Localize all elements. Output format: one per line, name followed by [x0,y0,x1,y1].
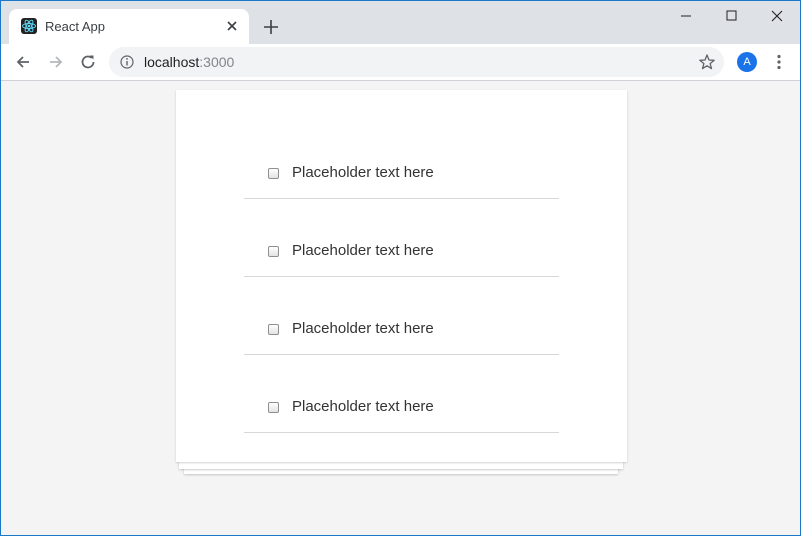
arrow-left-icon[interactable] [13,52,33,72]
todo-card: Placeholder text here Placeholder text h… [176,90,627,462]
url-port: :3000 [199,54,235,70]
tab-strip: React App [1,1,800,44]
minimize-icon[interactable] [671,5,701,27]
url-host: localhost [144,54,200,70]
info-icon[interactable] [120,55,134,69]
todo-checkbox[interactable] [268,324,279,335]
todo-item: Placeholder text here [244,276,559,355]
tab-title: React App [45,19,105,34]
arrow-right-icon[interactable] [46,52,66,72]
todo-item: Placeholder text here [244,198,559,277]
card-stack-shadow [179,461,623,469]
reload-icon[interactable] [78,52,98,72]
todo-item: Placeholder text here [244,354,559,433]
todo-checkbox[interactable] [268,246,279,257]
star-icon[interactable] [698,53,716,71]
todo-label: Placeholder text here [292,164,434,181]
url-text[interactable]: localhost:3000 [144,54,234,70]
tab-react-app[interactable]: React App [9,9,249,44]
todo-label: Placeholder text here [292,320,434,337]
address-bar[interactable]: localhost:3000 [109,47,724,77]
browser-toolbar: localhost:3000 A [1,44,800,81]
browser-window: React App localhost:3000 A Placeholder t… [0,0,801,536]
todo-item: Placeholder text here [244,120,559,199]
plus-icon[interactable] [261,17,281,37]
kebab-menu-icon[interactable] [769,52,789,72]
react-logo-icon [21,18,37,34]
todo-label: Placeholder text here [292,398,434,415]
todo-checkbox[interactable] [268,168,279,179]
todo-checkbox[interactable] [268,402,279,413]
todo-label: Placeholder text here [292,242,434,259]
profile-avatar[interactable]: A [737,52,757,72]
window-close-icon[interactable] [762,5,792,27]
close-icon[interactable] [223,17,241,35]
maximize-icon[interactable] [716,5,746,27]
